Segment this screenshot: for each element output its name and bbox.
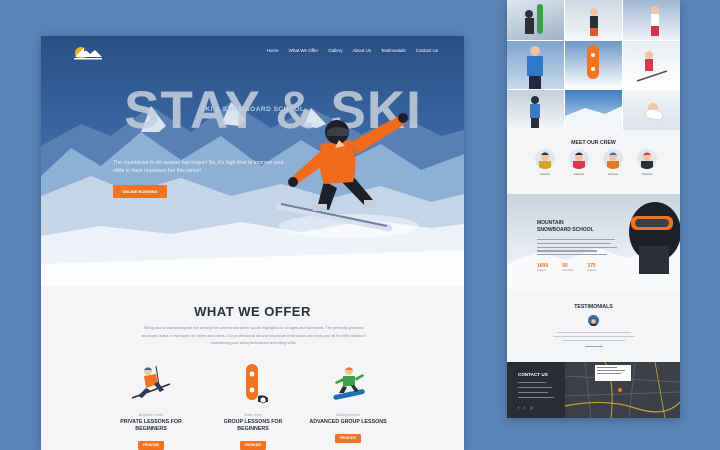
school-title-line: SNOWBOARD SCHOOL — [537, 227, 594, 233]
stat-item: 1600 Students — [537, 263, 548, 272]
social-links: f t ◎ — [518, 406, 533, 410]
snowboarder-image — [275, 113, 419, 238]
landing-page-preview: Home What We Offer Gallery About Us Test… — [41, 36, 464, 450]
offer-price-button[interactable]: FROM $40 — [240, 441, 266, 450]
offer-name: PRIVATE LESSONS FOR BEGINNERS — [120, 419, 182, 432]
offer-price-button[interactable]: FROM $70 — [335, 434, 361, 443]
gallery-photo[interactable] — [565, 0, 622, 40]
logo-icon[interactable] — [69, 42, 107, 62]
testimonials-title: TESTIMONIALS — [574, 304, 613, 310]
avatar — [603, 149, 623, 169]
school-description — [537, 239, 617, 259]
crew-member-name: Instructor — [607, 173, 619, 176]
nav-link-about[interactable]: About Us — [352, 48, 371, 53]
hero-section: Home What We Offer Gallery About Us Test… — [41, 36, 464, 286]
skier-illustration-icon — [131, 365, 171, 399]
avatar — [637, 149, 657, 169]
offer-name: ADVANCED GROUP LESSONS — [309, 419, 387, 425]
stat-label: Lessons — [587, 269, 597, 272]
snowboard-illustration-icon — [246, 364, 268, 404]
offer-name: GROUP LESSONS FOR BEGINNERS — [223, 419, 283, 432]
gallery-photo[interactable] — [507, 41, 564, 89]
gallery-photo[interactable] — [565, 41, 622, 89]
offer-level: Beginner's level — [138, 413, 164, 417]
gallery-photo[interactable] — [507, 90, 564, 130]
gallery-photo[interactable] — [623, 90, 680, 130]
location-map[interactable] — [565, 362, 680, 418]
nav-link-contact[interactable]: Contact Us — [416, 48, 438, 53]
nav-link-gallery[interactable]: Gallery — [328, 48, 342, 53]
contact-section: CONTACT US f t ◎ — [507, 362, 680, 418]
offer-description: Skiing and snowboarding are fun among th… — [141, 326, 366, 345]
testimonial-text-line — [553, 336, 635, 337]
crew-member-name: Instructor — [573, 173, 585, 176]
gallery-photo[interactable] — [507, 0, 564, 40]
nav-links: Home What We Offer Gallery About Us Test… — [267, 48, 438, 53]
offer-title: WHAT WE OFFER — [194, 304, 311, 319]
contact-info-line — [518, 382, 546, 383]
online-booking-button[interactable]: ONLINE BOOKING — [113, 185, 167, 198]
offer-card-advanced: Advanced level ADVANCED GROUP LESSONS FR… — [308, 362, 388, 444]
navbar: Home What We Offer Gallery About Us Test… — [41, 36, 464, 66]
testimonial-text-line — [557, 332, 631, 333]
contact-info-line — [518, 397, 554, 398]
offer-card-private: Beginner's level PRIVATE LESSONS FOR BEG… — [111, 362, 191, 450]
offer-card-group: Basic level GROUP LESSONS FOR BEGINNERS … — [213, 362, 293, 450]
crew-member-name: Instructor — [539, 173, 551, 176]
instagram-icon[interactable]: ◎ — [530, 406, 533, 410]
crew-member-name: Instructor — [641, 173, 653, 176]
crew-member[interactable]: Instructor — [535, 149, 555, 176]
offer-price-button[interactable]: FROM $50 — [138, 441, 164, 450]
nav-link-home[interactable]: Home — [267, 48, 279, 53]
contact-info-line — [518, 392, 548, 393]
stat-item: 50 Instructors — [562, 263, 573, 272]
facebook-icon[interactable]: f — [518, 406, 519, 410]
stat-label: Students — [537, 269, 547, 272]
snowboarder-illustration-icon — [333, 367, 365, 400]
nav-link-testimonials[interactable]: Testimonials — [381, 48, 406, 53]
crew-member[interactable]: Instructor — [637, 149, 657, 176]
stat-label: Instructors — [562, 269, 574, 272]
twitter-icon[interactable]: t — [524, 406, 525, 410]
map-info-box — [595, 365, 631, 381]
crew-member[interactable]: Instructor — [603, 149, 623, 176]
school-title: MOUNTAIN SNOWBOARD SCHOOL — [537, 220, 594, 234]
crew-list: Instructor Instructor Instructor Instruc… — [535, 149, 657, 176]
photo-gallery — [507, 0, 680, 130]
contact-title: CONTACT US — [518, 372, 548, 377]
offer-level: Basic level — [244, 413, 262, 417]
testimonial-text-line — [563, 340, 625, 341]
crew-member[interactable]: Instructor — [569, 149, 589, 176]
crew-title: MEET OUR CREW — [571, 140, 616, 146]
contact-info-line — [518, 387, 552, 388]
testimonial-author-line — [585, 346, 603, 347]
avatar — [569, 149, 589, 169]
stat-item: 375 Lessons — [587, 263, 596, 272]
avatar — [588, 315, 599, 326]
inner-pages-preview: MEET OUR CREW Instructor Instructor Inst… — [507, 0, 680, 418]
gallery-photo[interactable] — [565, 90, 622, 130]
avatar — [535, 149, 555, 169]
school-stats: 1600 Students 50 Instructors 375 Lessons — [537, 263, 596, 272]
school-section: MOUNTAIN SNOWBOARD SCHOOL 1600 Students … — [507, 194, 680, 290]
gallery-photo[interactable] — [623, 41, 680, 89]
gallery-photo[interactable] — [623, 0, 680, 40]
hero-text: The countdown to ski season has begun! S… — [113, 160, 284, 174]
nav-link-offer[interactable]: What We Offer — [289, 48, 319, 53]
offer-level: Advanced level — [336, 413, 360, 417]
school-title-line: MOUNTAIN — [537, 220, 564, 226]
